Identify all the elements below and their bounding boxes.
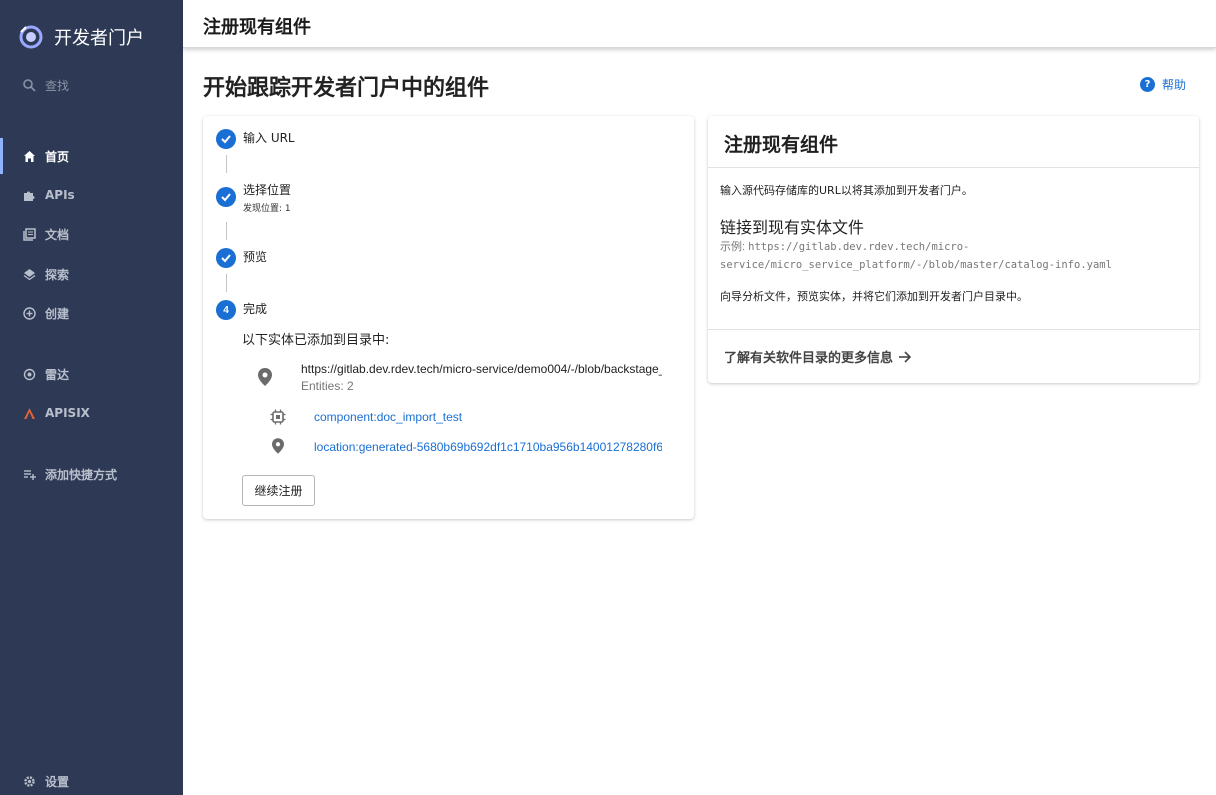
sidebar-item-label: 首页 xyxy=(45,149,70,164)
component-icon xyxy=(270,409,286,425)
info-card-subtitle: 链接到现有实体文件 xyxy=(720,218,865,237)
step-enter-url: 输入 URL xyxy=(216,129,295,149)
sidebar-item-label: 设置 xyxy=(45,774,70,789)
layers-icon xyxy=(22,267,36,281)
added-entities-heading: 以下实体已添加到目录中: xyxy=(242,333,390,348)
sidebar-item-docs[interactable]: 文档 xyxy=(0,216,183,252)
continue-register-button[interactable]: 继续注册 xyxy=(242,475,315,506)
location-entities-count: Entities: 2 xyxy=(301,379,354,393)
sidebar-item-radar[interactable]: 雷达 xyxy=(0,356,183,392)
learn-more-link[interactable]: 了解有关软件目录的更多信息 xyxy=(724,347,912,367)
header-title: 注册现有组件 xyxy=(203,17,311,38)
logo-icon xyxy=(19,25,43,49)
sidebar-search[interactable]: 查找 xyxy=(0,67,183,103)
step-connector xyxy=(226,274,227,292)
example-label: 示例: xyxy=(720,241,749,253)
stepper-card: 输入 URL 选择位置 发现位置: 1 预览 4 完成 以下实体已添加到目录中:… xyxy=(203,116,694,519)
divider xyxy=(708,329,1199,330)
sidebar-item-label: APIs xyxy=(45,188,75,202)
step-select-location: 选择位置 发现位置: 1 xyxy=(216,181,291,214)
location-url: https://gitlab.dev.rdev.tech/micro-servi… xyxy=(301,362,662,376)
page-title: 开始跟踪开发者门户中的组件 xyxy=(203,76,490,101)
sidebar-search-label: 查找 xyxy=(45,78,70,93)
entity-link-component[interactable]: component:doc_import_test xyxy=(314,410,662,424)
sidebar-item-label: 探索 xyxy=(45,267,70,282)
sidebar-item-label: APISIX xyxy=(45,406,90,420)
arrow-right-icon xyxy=(898,350,912,367)
step-connector xyxy=(226,155,227,173)
info-card-intro: 输入源代码存储库的URL以将其添加到开发者门户。 xyxy=(720,184,973,197)
gear-icon xyxy=(22,774,36,788)
location-pin-icon xyxy=(272,438,284,454)
sidebar-item-explore[interactable]: 探索 xyxy=(0,256,183,292)
help-label: 帮助 xyxy=(1162,78,1187,92)
step-label: 完成 xyxy=(243,302,268,316)
brand-title: 开发者门户 xyxy=(54,28,144,49)
example-url: https://gitlab.dev.rdev.tech/micro-servi… xyxy=(720,241,1112,271)
home-icon xyxy=(22,149,36,163)
step-sublabel: 发现位置: 1 xyxy=(243,204,291,214)
sidebar-item-label: 创建 xyxy=(45,306,70,321)
step-finish: 4 完成 xyxy=(216,300,267,320)
entity-link-location[interactable]: location:generated-5680b69b692df1c1710ba… xyxy=(314,440,662,454)
check-icon xyxy=(216,129,236,149)
step-label: 输入 URL xyxy=(243,131,295,145)
step-label-group: 选择位置 发现位置: 1 xyxy=(243,181,291,214)
sidebar-item-label: 文档 xyxy=(45,227,70,242)
sidebar: 开发者门户 查找 首页 APIs 文档 探索 创建 雷达 APISIX 添加快捷… xyxy=(0,0,183,795)
sidebar-item-apis[interactable]: APIs xyxy=(0,177,183,213)
apisix-icon xyxy=(22,406,36,420)
location-pin-icon xyxy=(258,368,272,386)
divider xyxy=(708,167,1199,168)
help-icon: ? xyxy=(1140,77,1155,92)
sidebar-item-label: 添加快捷方式 xyxy=(45,467,118,482)
sidebar-item-label: 雷达 xyxy=(45,367,70,382)
sidebar-item-settings[interactable]: 设置 xyxy=(0,763,183,795)
learn-more-label: 了解有关软件目录的更多信息 xyxy=(724,351,894,366)
info-card-example: 示例: https://gitlab.dev.rdev.tech/micro-s… xyxy=(720,238,1190,274)
puzzle-icon xyxy=(22,188,36,202)
playlist-add-icon xyxy=(22,467,36,481)
check-icon xyxy=(216,248,236,268)
sidebar-item-home[interactable]: 首页 xyxy=(0,138,183,174)
app-header: 注册现有组件 xyxy=(183,0,1216,48)
info-card-description: 向导分析文件，预览实体，并将它们添加到开发者门户目录中。 xyxy=(720,290,1028,303)
info-card-title: 注册现有组件 xyxy=(724,134,839,156)
library-icon xyxy=(22,227,36,241)
step-connector xyxy=(226,222,227,240)
help-link[interactable]: ? 帮助 xyxy=(1140,76,1186,93)
step-preview: 预览 xyxy=(216,248,267,268)
sidebar-item-add-shortcut[interactable]: 添加快捷方式 xyxy=(0,456,183,492)
radar-icon xyxy=(22,367,36,381)
search-icon xyxy=(22,78,36,92)
check-icon xyxy=(216,187,236,207)
sidebar-item-create[interactable]: 创建 xyxy=(0,295,183,331)
info-card: 注册现有组件 输入源代码存储库的URL以将其添加到开发者门户。 链接到现有实体文… xyxy=(708,116,1199,383)
step-label: 预览 xyxy=(243,250,268,264)
step-number: 4 xyxy=(216,300,236,320)
brand[interactable]: 开发者门户 xyxy=(18,24,144,50)
step-label: 选择位置 xyxy=(243,183,292,197)
sidebar-item-apisix[interactable]: APISIX xyxy=(0,395,183,431)
add-circle-icon xyxy=(22,306,36,320)
